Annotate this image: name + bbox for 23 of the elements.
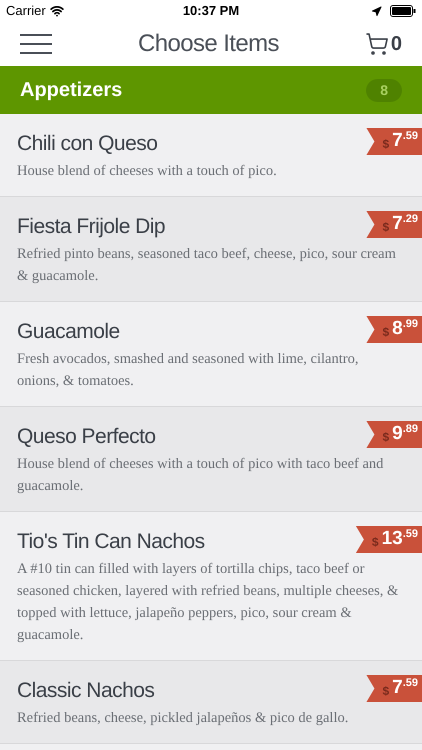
cart-icon [364, 32, 389, 56]
item-name: Queso Perfecto [17, 424, 156, 450]
item-description: House blend of cheeses with a touch of pico. [17, 162, 278, 181]
wifi-icon [50, 4, 64, 18]
menu-button[interactable] [20, 34, 52, 54]
item-description: Refried beans, cheese, pickled jalapeños & pico de gallo. [17, 709, 350, 728]
item-name: Chili con Queso [17, 131, 158, 157]
item-description: A #10 tin can filled with layers of tortilla chips, taco beef or seasoned chicken, layered with refried beans, multiple cheeses, & topped with lettuce, jalapeño peppers, pico, sour cream & guacamole. [17, 560, 400, 645]
item-name: Guacamole [17, 319, 120, 345]
item-name: Classic Nachos [17, 678, 154, 704]
cart-button[interactable]: 0 [364, 29, 402, 59]
item-name: Fiesta Frijole Dip [17, 214, 166, 240]
item-count: 8 [366, 78, 402, 102]
item-description: Refried pinto beans, seasoned taco beef, cheese, pico, sour cream & guacamole. [17, 245, 397, 286]
page-title: Choose Items [138, 29, 279, 59]
status-time: 10:37 PM [182, 2, 240, 20]
item-description: Fresh avocados, smashed and seasoned with lime, cilantro, onions, & tomatoes. [17, 350, 360, 391]
battery-icon [390, 5, 416, 17]
location-icon [371, 6, 382, 16]
section-title: Appetizers [20, 78, 122, 103]
carrier-label: Carrier [6, 2, 46, 20]
item-description: House blend of cheeses with a touch of pico with taco beef and guacamole. [17, 455, 384, 496]
item-name: Tio's Tin Can Nachos [17, 529, 205, 555]
